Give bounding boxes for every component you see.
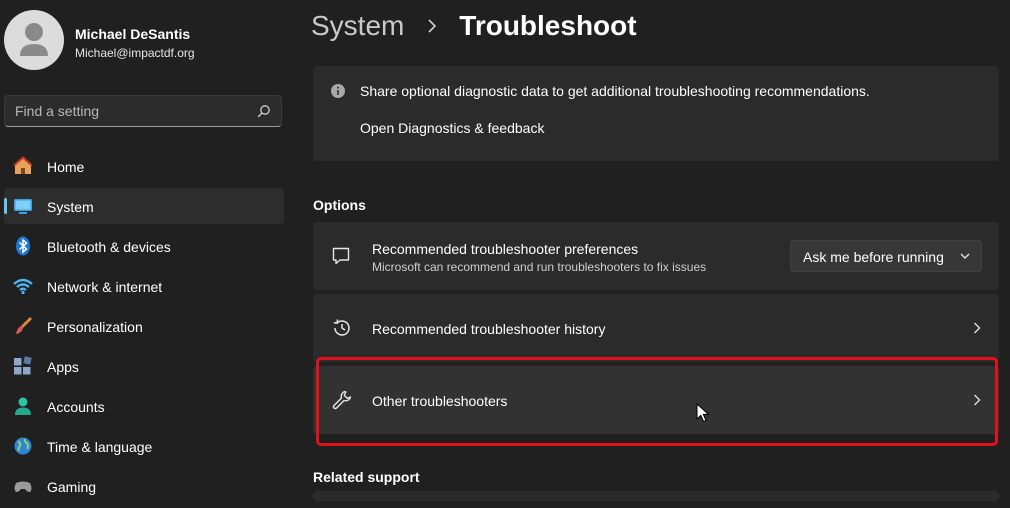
troubleshooter-history-card[interactable]: Recommended troubleshooter history bbox=[313, 294, 999, 362]
troubleshooter-preferences-card: Recommended troubleshooter preferences M… bbox=[313, 222, 999, 290]
wifi-icon bbox=[13, 278, 33, 295]
wrench-icon bbox=[332, 390, 352, 410]
info-icon bbox=[331, 84, 345, 98]
card-subtitle: Microsoft can recommend and run troubles… bbox=[372, 260, 707, 274]
dropdown-value: Ask me before running bbox=[803, 249, 944, 265]
sidebar-item-label: System bbox=[47, 199, 94, 215]
sidebar-item-network[interactable]: Network & internet bbox=[4, 268, 284, 304]
sidebar-item-label: Apps bbox=[47, 359, 79, 375]
active-indicator bbox=[4, 198, 7, 214]
sidebar-item-label: Gaming bbox=[47, 479, 97, 495]
apps-icon bbox=[14, 356, 32, 375]
sidebar: Michael DeSantis Michael@impactdf.org Ho… bbox=[0, 0, 292, 496]
sidebar-item-label: Accounts bbox=[47, 399, 105, 415]
run-preference-dropdown[interactable]: Ask me before running bbox=[790, 240, 982, 272]
sidebar-item-time-language[interactable]: Time & language bbox=[4, 428, 284, 464]
bluetooth-icon bbox=[16, 236, 30, 256]
globe-icon bbox=[14, 437, 32, 455]
open-diagnostics-link[interactable]: Open Diagnostics & feedback bbox=[360, 120, 544, 136]
section-title-related-support: Related support bbox=[313, 469, 420, 485]
section-title-options: Options bbox=[313, 197, 366, 213]
breadcrumb: System Troubleshoot bbox=[311, 10, 637, 50]
history-icon bbox=[333, 319, 350, 336]
user-profile[interactable]: Michael DeSantis Michael@impactdf.org bbox=[4, 10, 284, 72]
chevron-right-icon bbox=[974, 394, 981, 406]
card-title: Other troubleshooters bbox=[372, 393, 508, 409]
related-support-card[interactable] bbox=[313, 491, 999, 501]
sidebar-item-apps[interactable]: Apps bbox=[4, 348, 284, 384]
mouse-cursor-icon bbox=[696, 403, 710, 423]
person-icon bbox=[20, 23, 48, 56]
sidebar-item-gaming[interactable]: Gaming bbox=[4, 468, 284, 504]
card-title: Recommended troubleshooter preferences bbox=[372, 241, 639, 257]
info-text: Share optional diagnostic data to get ad… bbox=[360, 83, 870, 99]
page-title: Troubleshoot bbox=[459, 10, 637, 41]
card-title: Recommended troubleshooter history bbox=[372, 321, 606, 337]
sidebar-item-personalization[interactable]: Personalization bbox=[4, 308, 284, 344]
sidebar-item-system[interactable]: System bbox=[4, 188, 284, 224]
search-icon[interactable] bbox=[257, 104, 271, 118]
user-name: Michael DeSantis bbox=[75, 26, 191, 42]
chat-icon bbox=[332, 247, 350, 265]
avatar[interactable] bbox=[4, 10, 64, 70]
sidebar-item-home[interactable]: Home bbox=[4, 148, 284, 184]
other-troubleshooters-card[interactable]: Other troubleshooters bbox=[313, 366, 999, 434]
sidebar-item-label: Home bbox=[47, 159, 85, 175]
sidebar-item-accounts[interactable]: Accounts bbox=[4, 388, 284, 424]
gaming-icon bbox=[14, 481, 32, 492]
home-icon bbox=[13, 156, 33, 174]
diagnostics-info-card: Share optional diagnostic data to get ad… bbox=[313, 66, 999, 161]
system-icon bbox=[14, 199, 32, 214]
sidebar-item-label: Time & language bbox=[47, 439, 153, 455]
chevron-right-icon bbox=[428, 19, 436, 33]
sidebar-item-label: Personalization bbox=[47, 319, 143, 335]
chevron-down-icon bbox=[960, 253, 970, 259]
breadcrumb-parent[interactable]: System bbox=[311, 10, 404, 41]
sidebar-item-label: Bluetooth & devices bbox=[47, 239, 171, 255]
sidebar-item-bluetooth[interactable]: Bluetooth & devices bbox=[4, 228, 284, 264]
main-content: System Troubleshoot Share optional diagn… bbox=[292, 0, 1010, 496]
search-box[interactable] bbox=[4, 95, 282, 127]
brush-icon bbox=[16, 317, 32, 334]
sidebar-item-label: Network & internet bbox=[47, 279, 163, 295]
accounts-icon bbox=[15, 397, 31, 415]
sidebar-nav: Home System Bluetooth & devices Network … bbox=[4, 148, 284, 508]
user-email: Michael@impactdf.org bbox=[75, 46, 195, 60]
chevron-right-icon bbox=[974, 322, 981, 334]
search-input[interactable] bbox=[5, 96, 255, 126]
